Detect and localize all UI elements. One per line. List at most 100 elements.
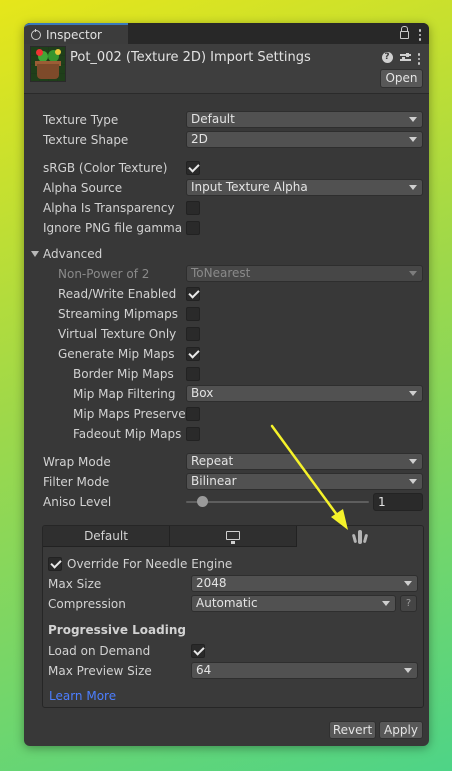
header-icons: ? [381,50,420,65]
chevron-down-icon [409,479,417,484]
progressive-loading-heading-row: Progressive Loading [43,621,423,639]
max-size-dropdown[interactable]: 2048 [191,575,418,592]
srgb-row: sRGB (Color Texture) [24,159,429,177]
revert-button[interactable]: Revert [329,721,376,739]
mip-map-filtering-value: Box [191,386,214,400]
max-preview-size-dropdown[interactable]: 64 [191,662,418,679]
chevron-down-icon [409,117,417,122]
aniso-level-label: Aniso Level [43,495,112,509]
streaming-mipmaps-row: Streaming Mipmaps [24,305,429,323]
non-power-of-2-label: Non-Power of 2 [58,267,150,281]
kebab-menu-icon[interactable] [418,29,421,41]
fadeout-mip-maps-checkbox[interactable] [186,427,200,441]
fadeout-mip-maps-row: Fadeout Mip Maps [24,425,429,443]
presets-icon[interactable] [399,52,411,62]
border-mip-maps-checkbox[interactable] [186,367,200,381]
compression-label: Compression [48,597,126,611]
filter-mode-row: Filter Mode Bilinear [24,473,429,491]
alpha-source-label: Alpha Source [43,181,123,195]
chevron-down-icon [409,391,417,396]
lock-icon[interactable] [399,26,409,39]
streaming-mipmaps-checkbox[interactable] [186,307,200,321]
compression-help-button[interactable]: ? [400,595,417,612]
read-write-label: Read/Write Enabled [58,287,177,301]
alpha-is-transparency-row: Alpha Is Transparency [24,199,429,217]
alpha-is-transparency-checkbox[interactable] [186,201,200,215]
border-mip-maps-row: Border Mip Maps [24,365,429,383]
compression-row: Compression Automatic ? [43,595,423,613]
alpha-source-value: Input Texture Alpha [191,180,308,194]
generate-mip-maps-row: Generate Mip Maps [24,345,429,363]
advanced-label: Advanced [43,247,103,261]
help-icon[interactable]: ? [381,51,393,63]
non-power-of-2-value: ToNearest [191,266,251,280]
alpha-is-transparency-label: Alpha Is Transparency [43,201,175,215]
texture-shape-dropdown[interactable]: 2D [186,131,423,148]
compression-value: Automatic [196,596,258,610]
mip-maps-preserve-label: Mip Maps Preserve [73,407,186,421]
mip-maps-preserve-checkbox[interactable] [186,407,200,421]
fadeout-mip-maps-label: Fadeout Mip Maps [73,427,182,441]
tab-needle-engine-platform[interactable] [297,526,423,547]
progressive-loading-heading: Progressive Loading [48,623,186,637]
chevron-down-icon [409,185,417,190]
apply-button[interactable]: Apply [379,721,423,739]
srgb-label: sRGB (Color Texture) [43,161,168,175]
filter-mode-dropdown[interactable]: Bilinear [186,473,423,490]
virtual-texture-only-checkbox[interactable] [186,327,200,341]
aniso-slider-track[interactable] [186,501,369,503]
ignore-png-gamma-row: Ignore PNG file gamma [24,219,429,237]
max-preview-size-row: Max Preview Size 64 [43,662,423,680]
texture-type-label: Texture Type [43,113,119,127]
tab-actions [399,26,421,41]
texture-type-row: Texture Type Default [24,111,429,129]
texture-type-dropdown[interactable]: Default [186,111,423,128]
mip-map-filtering-label: Mip Map Filtering [73,387,176,401]
max-size-row: Max Size 2048 [43,575,423,593]
max-size-value: 2048 [196,576,227,590]
aniso-slider-handle[interactable] [197,496,208,507]
override-checkbox[interactable] [48,557,62,571]
texture-shape-value: 2D [191,132,208,146]
virtual-texture-only-row: Virtual Texture Only [24,325,429,343]
compression-dropdown[interactable]: Automatic [191,595,396,612]
wrap-mode-label: Wrap Mode [43,455,111,469]
tab-inspector-label: Inspector [46,27,102,42]
tab-default-platform[interactable]: Default [43,526,170,547]
texture-thumbnail [30,46,66,82]
alpha-source-dropdown[interactable]: Input Texture Alpha [186,179,423,196]
aniso-level-field[interactable]: 1 [373,493,423,511]
mip-maps-preserve-row: Mip Maps Preserve [24,405,429,423]
chevron-down-icon [409,137,417,142]
filter-mode-label: Filter Mode [43,475,110,489]
read-write-checkbox[interactable] [186,287,200,301]
mip-map-filtering-dropdown[interactable]: Box [186,385,423,402]
load-on-demand-row: Load on Demand [43,642,423,660]
wrap-mode-dropdown[interactable]: Repeat [186,453,423,470]
generate-mip-maps-checkbox[interactable] [186,347,200,361]
max-preview-size-label: Max Preview Size [48,664,152,678]
override-row: Override For Needle Engine [43,555,423,573]
tab-inspector[interactable]: Inspector [24,23,128,44]
ignore-png-gamma-label: Ignore PNG file gamma [43,221,183,235]
platform-settings-panel: Default Override For Needle Engine Max S… [42,525,424,708]
tab-standalone-platform[interactable] [170,526,297,547]
inspector-window: Inspector Pot_002 (Texture 2D) Import Se… [24,23,429,746]
chevron-down-icon [382,601,390,606]
wrap-mode-row: Wrap Mode Repeat [24,453,429,471]
kebab-menu-icon[interactable] [417,53,420,65]
open-button[interactable]: Open [380,69,423,88]
advanced-foldout[interactable]: Advanced [24,245,429,263]
chevron-down-icon [409,459,417,464]
learn-more-link[interactable]: Learn More [49,689,116,703]
tab-bar: Inspector [24,23,429,44]
wrap-mode-value: Repeat [191,454,234,468]
chevron-down-icon [404,581,412,586]
srgb-checkbox[interactable] [186,161,200,175]
ignore-png-gamma-checkbox[interactable] [186,221,200,235]
load-on-demand-checkbox[interactable] [191,644,205,658]
aniso-level-row: Aniso Level 1 [24,493,429,511]
max-preview-size-value: 64 [196,663,212,677]
texture-type-value: Default [191,112,235,126]
non-power-of-2-dropdown: ToNearest [186,265,423,282]
